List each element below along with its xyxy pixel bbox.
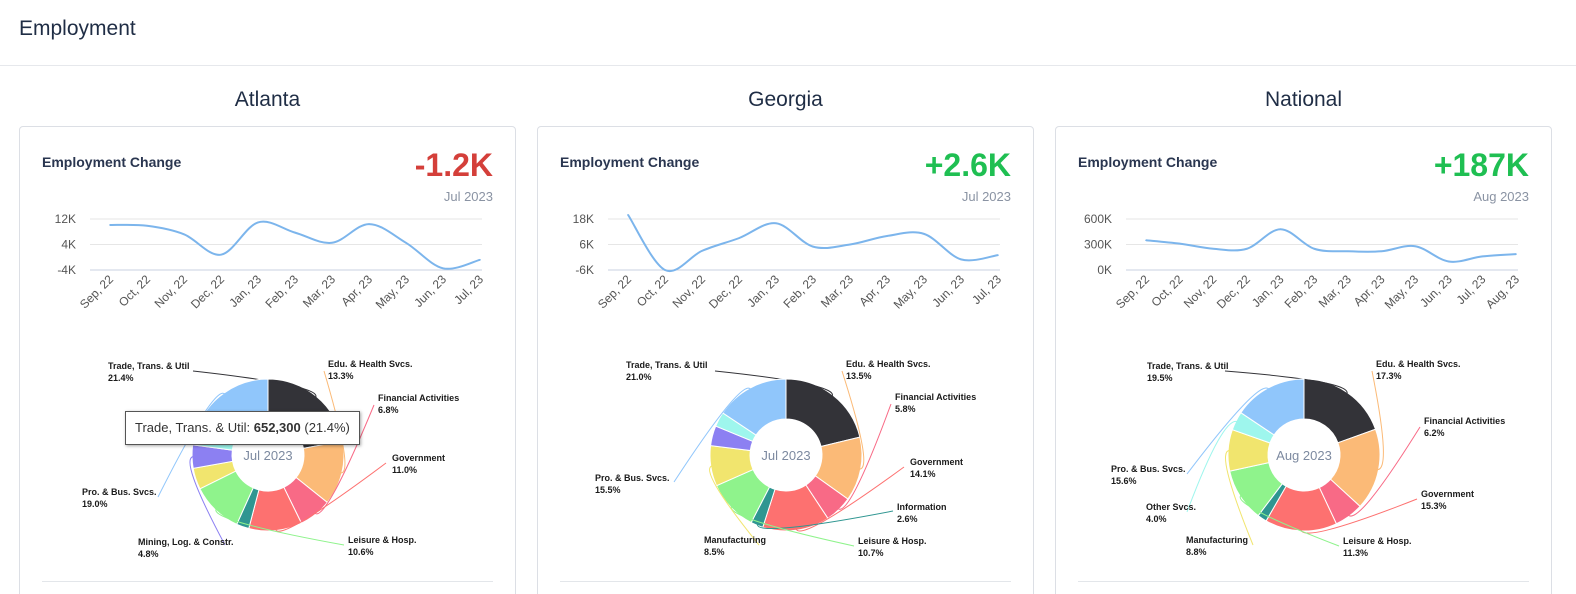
slice-pct: 5.8%	[895, 404, 916, 414]
card-divider	[560, 581, 1011, 582]
slice-label: Pro. & Bus. Svcs.	[82, 487, 157, 497]
slice-pct: 15.5%	[595, 485, 621, 495]
slice-pct: 4.0%	[1146, 514, 1167, 524]
slice-label: Pro. & Bus. Svcs.	[1111, 464, 1186, 474]
slice-pct: 10.7%	[858, 548, 884, 558]
region-title-national: National	[1264, 88, 1343, 111]
employment-card-national: Employment Change +187K Aug 2023 600K 300…	[1055, 126, 1552, 594]
slice-label: Information	[897, 502, 947, 512]
slice-pct: 6.8%	[378, 405, 399, 415]
tooltip-pct: (21.4%)	[304, 420, 350, 435]
pie-chart-georgia[interactable]: Trade, Trans. & Util 21.0% Edu. & Health S…	[538, 127, 1035, 581]
slice-label: Other Svcs.	[1146, 502, 1196, 512]
slice-pct: 10.6%	[348, 547, 374, 557]
donut-center-label: Aug 2023	[1276, 448, 1332, 463]
slice-label: Financial Activities	[895, 392, 976, 402]
slice-label: Trade, Trans. & Util	[626, 360, 708, 370]
slice-pct: 21.0%	[626, 372, 652, 382]
slice-pct: 13.5%	[846, 371, 872, 381]
slice-pct: 15.3%	[1421, 501, 1447, 511]
pie-tooltip: Trade, Trans. & Util: 652,300 (21.4%)	[125, 411, 360, 445]
slice-label: Government	[910, 457, 963, 467]
region-title-atlanta: Atlanta	[234, 88, 301, 111]
tooltip-label: Trade, Trans. & Util:	[135, 420, 251, 435]
slice-pct: 14.1%	[910, 469, 936, 479]
slice-label: Government	[392, 453, 445, 463]
slice-pct: 6.2%	[1424, 428, 1445, 438]
slice-pct: 2.6%	[897, 514, 918, 524]
slice-label: Leisure & Hosp.	[858, 536, 927, 546]
card-divider	[1078, 581, 1529, 582]
donut-center-label: Jul 2023	[761, 448, 810, 463]
tooltip-value: 652,300	[253, 420, 301, 435]
slice-label: Mining, Log. & Constr.	[138, 537, 234, 547]
slice-pct: 19.5%	[1147, 373, 1173, 383]
donut-center-label: Jul 2023	[243, 448, 292, 463]
slice-label: Government	[1421, 489, 1474, 499]
slice-pct: 19.0%	[82, 499, 108, 509]
pie-chart-national[interactable]: Trade, Trans. & Util 19.5% Edu. & Health S…	[1056, 127, 1553, 581]
slice-pct: 11.0%	[392, 465, 417, 475]
slice-pct: 21.4%	[108, 373, 134, 383]
slice-label: Edu. & Health Svcs.	[328, 359, 413, 369]
slice-pct: 13.3%	[328, 371, 354, 381]
slice-pct: 11.3%	[1343, 548, 1368, 558]
card-divider	[42, 581, 493, 582]
slice-label: Leisure & Hosp.	[348, 535, 417, 545]
region-title-georgia: Georgia	[748, 88, 823, 111]
slice-pct: 8.5%	[704, 547, 725, 557]
slice-label: Trade, Trans. & Util	[1147, 361, 1229, 371]
slice-label: Edu. & Health Svcs.	[846, 359, 931, 369]
slice-label: Manufacturing	[1186, 535, 1248, 545]
pie-slice-trade-trans-util	[785, 378, 861, 448]
slice-label: Edu. & Health Svcs.	[1376, 359, 1461, 369]
slice-pct: 15.6%	[1111, 476, 1137, 486]
slice-pct: 4.8%	[138, 549, 159, 559]
employment-card-georgia: Employment Change +2.6K Jul 2023 18K 6K -6…	[537, 126, 1034, 594]
slice-label: Pro. & Bus. Svcs.	[595, 473, 670, 483]
slice-label: Financial Activities	[378, 393, 459, 403]
pie-chart-atlanta[interactable]: Trade, Trans. & Util 21.4% Edu. & Health S…	[20, 127, 517, 581]
page-title: Employment	[19, 17, 136, 40]
slice-label: Financial Activities	[1424, 416, 1505, 426]
slice-label: Leisure & Hosp.	[1343, 536, 1412, 546]
slice-label: Trade, Trans. & Util	[108, 361, 190, 371]
page-header: Employment	[0, 0, 1576, 66]
slice-label: Manufacturing	[704, 535, 766, 545]
slice-pct: 8.8%	[1186, 547, 1207, 557]
slice-pct: 17.3%	[1376, 371, 1402, 381]
employment-card-atlanta: Employment Change -1.2K Jul 2023 12K 4K -4…	[19, 126, 516, 594]
